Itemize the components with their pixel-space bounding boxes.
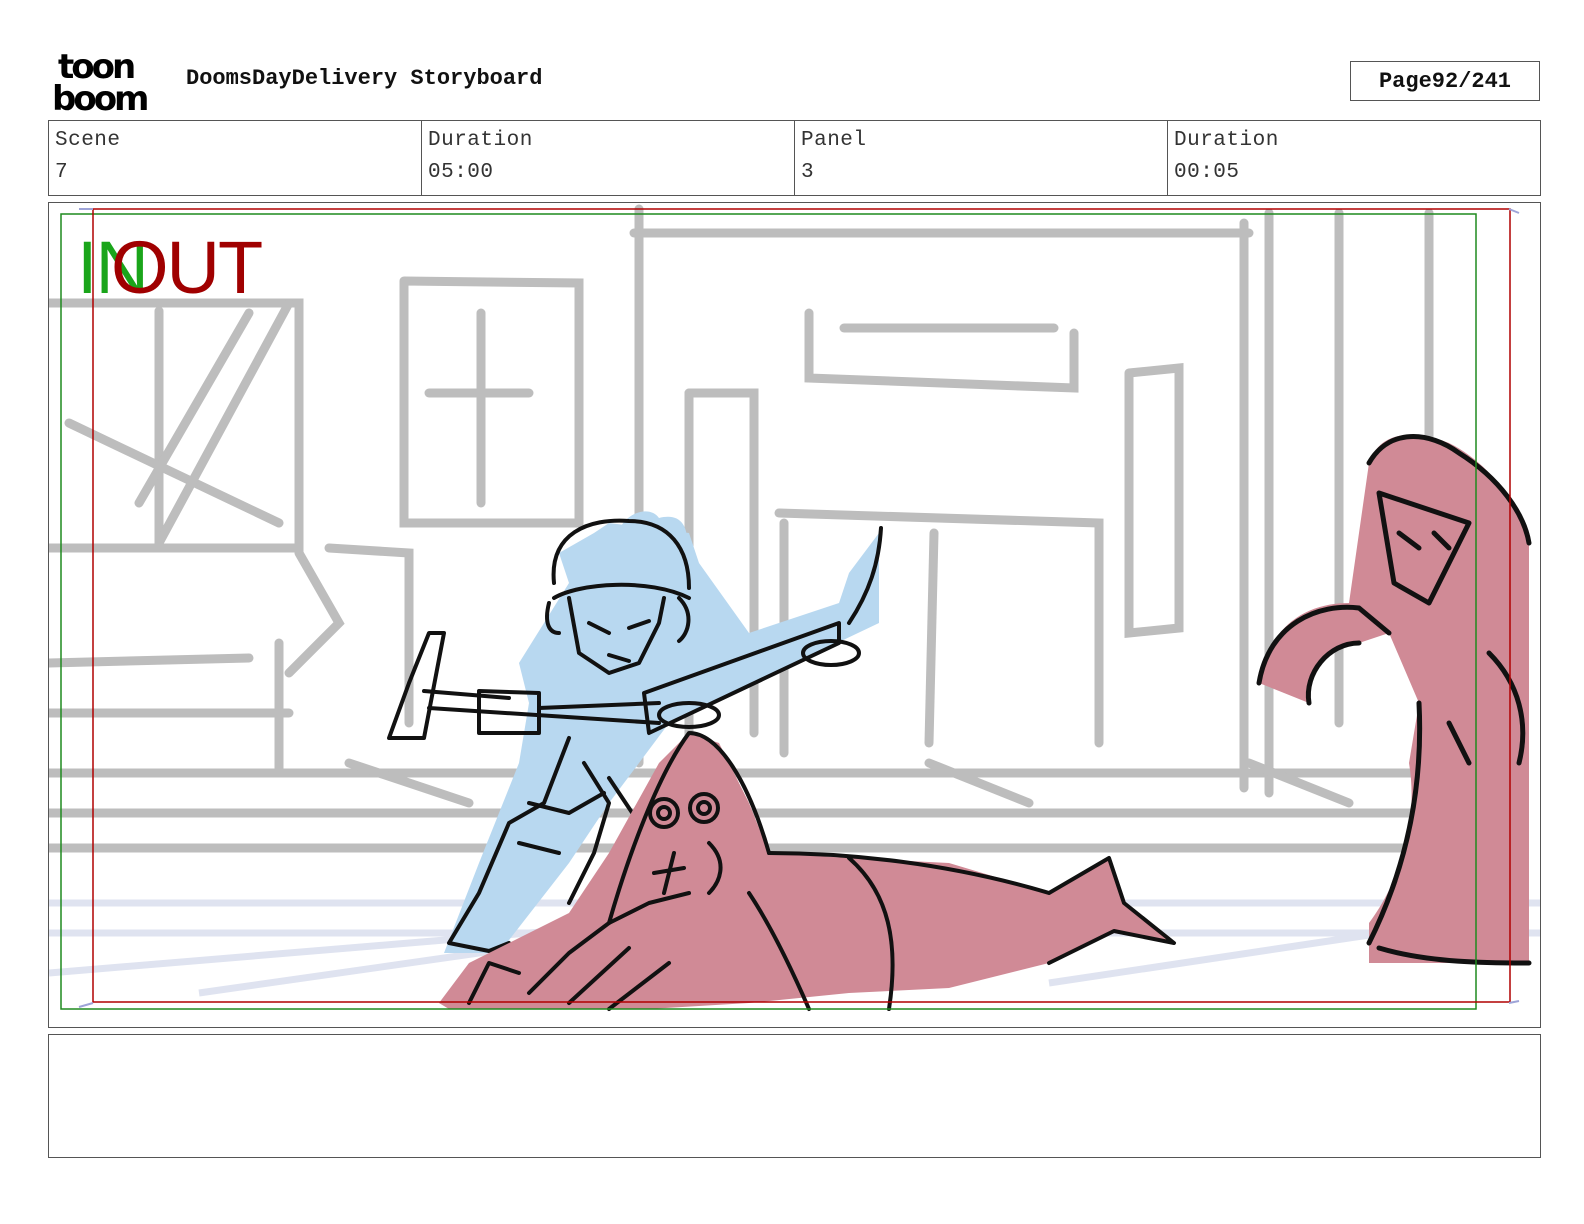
scene-duration-cell: Duration 05:00 xyxy=(422,121,795,195)
scene-duration-label: Duration xyxy=(428,129,533,152)
panel-cell: Panel 3 xyxy=(795,121,1168,195)
scene-duration-value: 05:00 xyxy=(428,161,494,184)
page-label: Page xyxy=(1378,68,1432,94)
background-sketch xyxy=(49,204,1504,853)
toon-boom-logo: toon boom xyxy=(52,50,150,112)
panel-duration-label: Duration xyxy=(1174,129,1279,152)
page-value: 92/241 xyxy=(1431,68,1512,94)
panel-notes-box[interactable] xyxy=(48,1034,1541,1158)
page-indicator: Page 92/241 xyxy=(1350,61,1540,101)
panel-duration-value: 00:05 xyxy=(1174,161,1240,184)
scene-value: 7 xyxy=(55,161,69,184)
document-title: DoomsDayDelivery Storyboard xyxy=(186,66,543,91)
standing-cloaked-figure xyxy=(1256,434,1532,966)
panel-sketch xyxy=(49,204,1540,1011)
scene-label: Scene xyxy=(55,129,121,152)
panel-label: Panel xyxy=(801,129,867,152)
panel-value: 3 xyxy=(801,161,815,184)
storyboard-panel: IN OUT xyxy=(48,202,1541,1028)
out-marker: OUT xyxy=(111,226,263,309)
logo-bottom-text: boom xyxy=(52,79,147,112)
scene-info-table: Scene 7 Duration 05:00 Panel 3 Duration … xyxy=(48,120,1541,196)
panel-duration-cell: Duration 00:05 xyxy=(1168,121,1540,195)
scene-cell: Scene 7 xyxy=(49,121,422,195)
